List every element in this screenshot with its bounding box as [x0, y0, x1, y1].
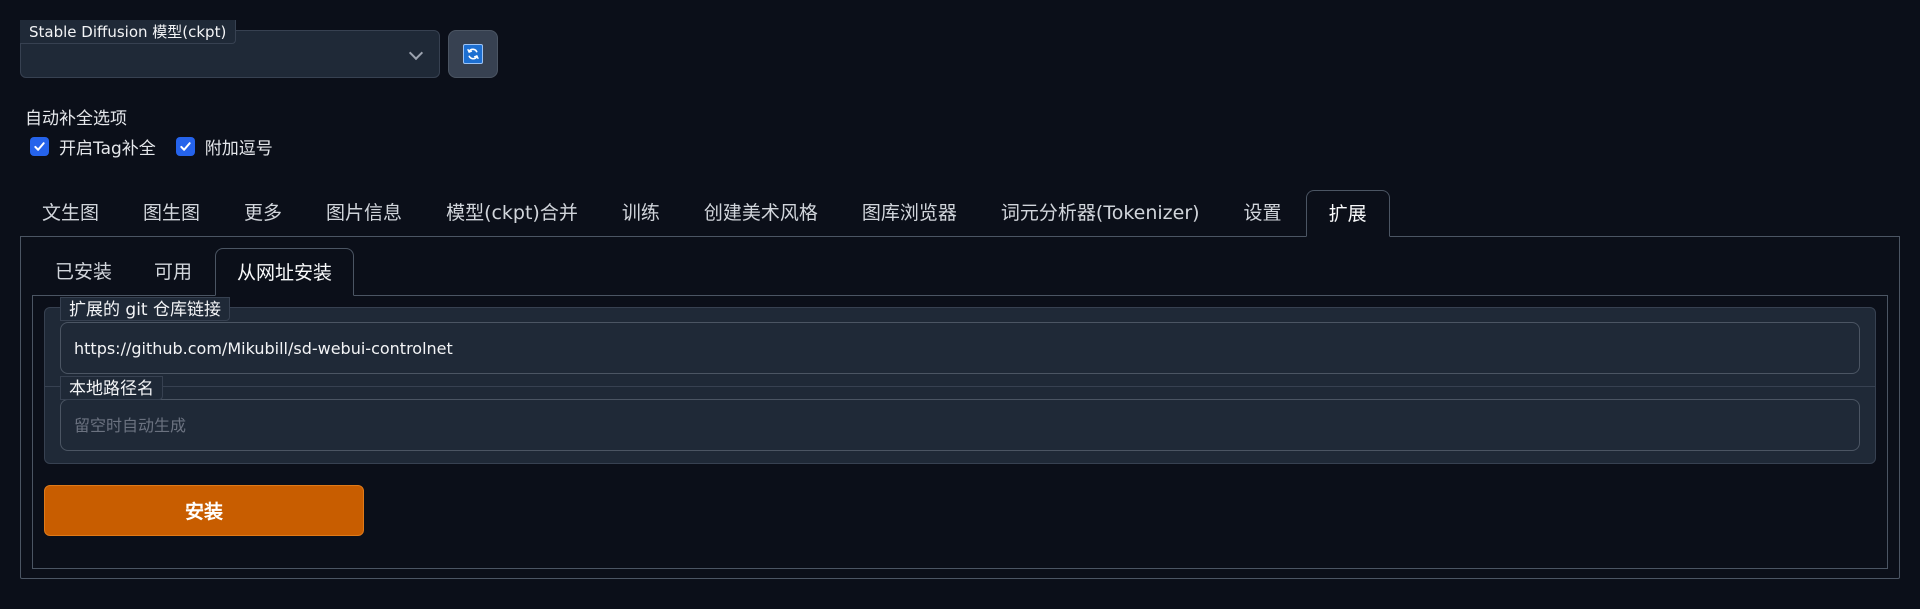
refresh-models-button[interactable] [448, 30, 498, 78]
tab-extensions[interactable]: 扩展 [1305, 190, 1390, 237]
autocomplete-title: 自动补全选项 [25, 109, 127, 129]
tag-autocomplete-label: 开启Tag补全 [59, 139, 156, 159]
tag-autocomplete-option[interactable]: 开启Tag补全 [30, 134, 156, 159]
main-tab-bar: 文生图 图生图 更多 图片信息 模型(ckpt)合并 训练 创建美术风格 图库浏… [20, 190, 1390, 237]
tab-installed[interactable]: 已安装 [34, 248, 133, 296]
tab-extras[interactable]: 更多 [222, 190, 304, 237]
model-selector: Stable Diffusion 模型(ckpt) [20, 20, 440, 78]
tab-settings[interactable]: 设置 [1222, 190, 1304, 237]
form-divider [45, 386, 1875, 387]
tag-autocomplete-checkbox[interactable] [30, 137, 49, 156]
extensions-sub-tab-bar: 已安装 可用 从网址安装 [34, 248, 355, 296]
append-comma-checkbox[interactable] [175, 137, 195, 156]
tab-create-style[interactable]: 创建美术风格 [682, 190, 840, 237]
append-comma-option[interactable]: 附加逗号 [175, 134, 273, 159]
tab-checkpoint-merger[interactable]: 模型(ckpt)合并 [424, 190, 600, 237]
refresh-icon [463, 44, 483, 64]
install-button[interactable]: 安装 [44, 485, 364, 536]
tab-txt2img[interactable]: 文生图 [20, 190, 121, 237]
tab-available[interactable]: 可用 [133, 248, 213, 296]
autocomplete-options: 开启Tag补全 附加逗号 [30, 134, 273, 159]
git-url-input[interactable] [60, 322, 1860, 374]
tab-png-info[interactable]: 图片信息 [304, 190, 424, 237]
tab-install-from-url[interactable]: 从网址安装 [215, 248, 355, 296]
append-comma-label: 附加逗号 [204, 139, 273, 159]
check-icon [180, 142, 191, 151]
local-dir-input[interactable] [60, 399, 1860, 451]
local-dir-label: 本地路径名 [60, 376, 163, 400]
tab-train[interactable]: 训练 [600, 190, 682, 237]
tab-image-browser[interactable]: 图库浏览器 [840, 190, 979, 237]
model-label: Stable Diffusion 模型(ckpt) [20, 20, 237, 44]
tab-tokenizer[interactable]: 词元分析器(Tokenizer) [979, 190, 1222, 237]
tab-img2img[interactable]: 图生图 [121, 190, 222, 237]
git-url-label: 扩展的 git 仓库链接 [60, 297, 230, 321]
chevron-down-icon [408, 45, 424, 61]
check-icon [34, 142, 45, 151]
